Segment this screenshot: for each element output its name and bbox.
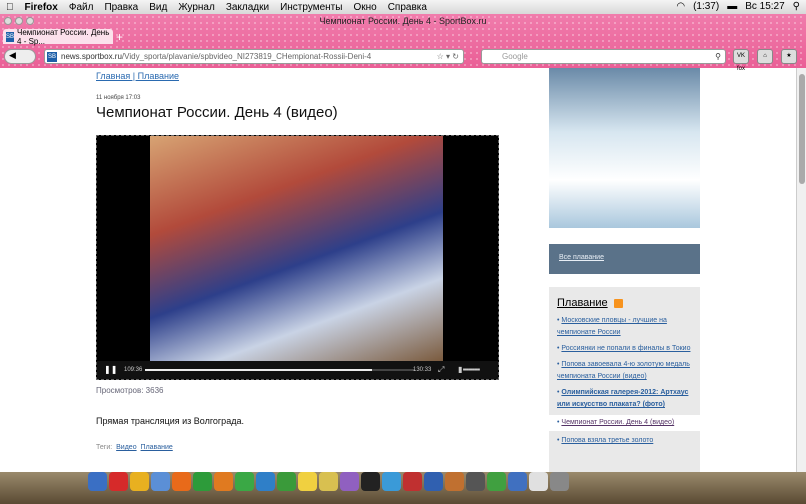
url-host: news.sportbox.ru [61,52,122,61]
tab-active[interactable]: SB Чемпионат России. День 4 - Sp... [3,27,113,46]
dock-app-icon[interactable] [319,472,338,491]
scrollbar-thumb[interactable] [799,74,805,184]
section-title[interactable]: Плавание [557,297,608,309]
dock-app-icon[interactable] [130,472,149,491]
dock [0,472,806,504]
pause-icon[interactable]: ❚❚ [104,365,117,374]
dock-app-icon[interactable] [172,472,191,491]
dock-app-icon[interactable] [382,472,401,491]
dock-app-icon[interactable] [550,472,569,491]
news-link[interactable]: Россиянки не попали в финалы в Токио [561,345,690,352]
dock-app-icon[interactable] [256,472,275,491]
dock-app-icon[interactable] [487,472,506,491]
dock-app-icon[interactable] [466,472,485,491]
list-item-current: • Чемпионат России. День 4 (видео) [549,415,700,431]
site-icon: SB [47,51,57,62]
list-item: • Попова завоевала 4-ю золотую медаль че… [557,361,690,380]
menu-file[interactable]: Файл [69,2,94,13]
news-link[interactable]: Чемпионат России. День 4 (видео) [561,419,674,426]
tags-label: Теги: [96,444,113,451]
news-link[interactable]: Попова завоевала 4-ю золотую медаль чемп… [557,361,690,380]
url-path: /Vidy_sporta/plavanie/spbvideo_NI273819_… [121,52,372,61]
player-controls: ❚❚ 109:36 130:33 ⤢ ▮ ▪▪▪▪▪▪▪▪▪ [97,361,498,379]
search-placeholder: Google [502,52,528,61]
volume-slider[interactable]: ▮ ▪▪▪▪▪▪▪▪▪ [458,365,480,374]
tag-link[interactable]: Видео [116,444,136,451]
dock-app-icon[interactable] [277,472,296,491]
menu-history[interactable]: Журнал [178,2,215,13]
rss-icon[interactable] [613,298,623,308]
new-tab-button[interactable]: + [116,30,123,44]
window-title: Чемпионат России. День 4 - SportBox.ru [319,16,487,26]
favicon: SB [6,31,15,42]
seek-bar[interactable] [145,369,415,371]
dock-app-icon[interactable] [193,472,212,491]
menu-view[interactable]: Вид [149,2,167,13]
menu-edit[interactable]: Правка [104,2,138,13]
menu-app[interactable]: Firefox [25,2,58,13]
sidebar-news: Плавание • Московские пловцы - лучшие на… [549,287,700,472]
list-item: • Московские пловцы - лучшие на чемпиона… [557,317,667,336]
dock-app-icon[interactable] [109,472,128,491]
menu-tools[interactable]: Инструменты [280,2,342,13]
news-link[interactable]: Московские пловцы - лучшие на чемпионате… [557,317,667,336]
page-title: Чемпионат России. День 4 (видео) [96,104,338,121]
dock-app-icon[interactable] [151,472,170,491]
menu-window[interactable]: Окно [353,2,376,13]
video-player[interactable]: ❚❚ 109:36 130:33 ⤢ ▮ ▪▪▪▪▪▪▪▪▪ [96,135,499,380]
menu-bookmarks[interactable]: Закладки [226,2,269,13]
dock-app-icon[interactable] [529,472,548,491]
browser-chrome: Чемпионат России. День 4 - SportBox.ru S… [0,14,806,72]
web-page: Главная | Плавание 11 ноября 17:03 Чемпи… [0,68,796,472]
menu-bar:  Firefox Файл Правка Вид Журнал Закладк… [0,0,806,14]
scrollbar[interactable] [796,68,806,472]
flag-icon[interactable]: ▬ [727,1,737,12]
all-swimming-box: Все плавание [549,244,700,274]
battery-status[interactable]: (1:37) [693,1,719,12]
dock-app-icon[interactable] [508,472,527,491]
current-time: 109:36 [124,367,143,373]
tag-link[interactable]: Плавание [141,444,173,451]
spotlight-icon[interactable]: ⚲ [793,1,800,12]
tab-label: Чемпионат России. День 4 - Sp... [17,27,110,46]
dock-app-icon[interactable] [298,472,317,491]
video-frame[interactable] [150,136,443,361]
fullscreen-icon[interactable]: ⤢ [438,365,444,375]
dock-app-icon[interactable] [361,472,380,491]
bookmarks-icon[interactable]: ★ [781,49,797,64]
dock-app-icon[interactable] [403,472,422,491]
dock-app-icon[interactable] [214,472,233,491]
list-item: • Россиянки не попали в финалы в Токио [557,345,691,352]
vkfox-button[interactable]: VK fox [733,49,749,72]
list-item: • Олимпийская галерея-2012: Артхаус или … [557,389,689,408]
all-swimming-link[interactable]: Все плавание [559,254,604,261]
tags: Теги: Видео Плавание [96,444,173,451]
url-field[interactable]: SB news.sportbox.ru/Vidy_sporta/plavanie/… [44,49,464,64]
dock-app-icon[interactable] [424,472,443,491]
dock-app-icon[interactable] [235,472,254,491]
news-link[interactable]: Попова взяла третье золото [561,437,653,444]
article-date: 11 ноября 17:03 [96,95,141,101]
apple-icon[interactable]:  [6,2,14,13]
reload-icon[interactable]: ☆ ▾ ↻ [437,52,459,61]
swimmer-photo[interactable] [549,68,700,228]
news-link[interactable]: Олимпийская галерея-2012: Артхаус или ис… [557,389,688,408]
menu-help[interactable]: Справка [388,2,427,13]
clock[interactable]: Вс 15:27 [745,1,784,12]
dock-app-icon[interactable] [340,472,359,491]
list-item: • Попова взяла третье золото [557,437,654,444]
article-lead: Прямая трансляция из Волгограда. [96,416,244,426]
home-icon[interactable]: ⌂ [757,49,773,64]
total-time: 130:33 [413,367,432,373]
dock-app-icon[interactable] [445,472,464,491]
seek-progress [145,369,372,371]
view-count: Просмотров: 3636 [96,386,164,395]
breadcrumb[interactable]: Главная | Плавание [96,71,179,82]
wifi-icon[interactable]: ◠ [676,1,685,12]
search-input[interactable]: Google ⚲ [481,49,726,64]
back-button[interactable]: ◀ [4,49,36,64]
search-icon[interactable]: ⚲ [715,50,721,63]
dock-app-icon[interactable] [88,472,107,491]
nav-bar: ◀ SB news.sportbox.ru/Vidy_sporta/plavani… [0,47,806,72]
